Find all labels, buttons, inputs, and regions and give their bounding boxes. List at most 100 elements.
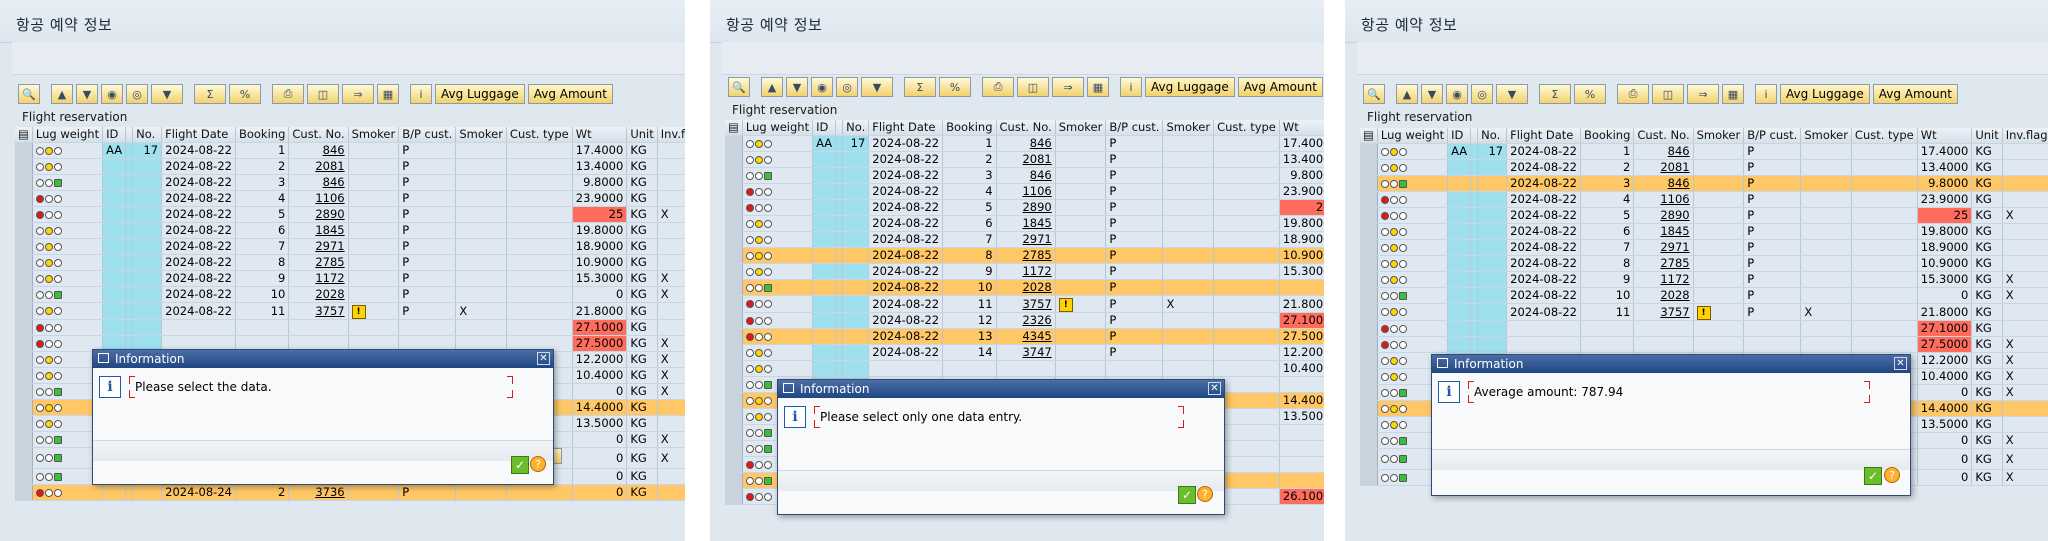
column-header[interactable]: No. bbox=[842, 120, 870, 136]
table-row[interactable]: 2024-08-2282785P10.9000KGC bbox=[15, 254, 685, 271]
column-header[interactable]: Booking bbox=[942, 120, 997, 136]
row-selector[interactable] bbox=[15, 367, 33, 384]
customer-no-cell[interactable]: 846 bbox=[996, 135, 1056, 152]
find-next-icon[interactable]: ◎ bbox=[1471, 84, 1493, 104]
table-row[interactable]: 2024-08-223846P9.8000KGC bbox=[15, 174, 685, 191]
row-selector[interactable] bbox=[15, 431, 33, 448]
column-header[interactable]: Booking bbox=[235, 127, 290, 143]
customer-no-cell[interactable] bbox=[1633, 320, 1694, 337]
views-icon[interactable]: ◫ bbox=[307, 84, 339, 104]
help-icon[interactable]: ? bbox=[1197, 486, 1213, 502]
column-header[interactable] bbox=[835, 120, 844, 136]
info-icon[interactable]: i bbox=[410, 84, 432, 104]
views-icon[interactable]: ◫ bbox=[1652, 84, 1684, 104]
table-row[interactable]: 2024-08-22102028P0KGX bbox=[725, 279, 1324, 296]
column-header[interactable]: Cust. No. bbox=[1633, 128, 1694, 144]
row-selector[interactable] bbox=[1360, 255, 1378, 272]
customer-no-cell[interactable]: 2081 bbox=[288, 158, 349, 175]
column-header[interactable]: No. bbox=[1477, 128, 1508, 144]
customer-no-cell[interactable]: 1106 bbox=[1633, 191, 1694, 208]
table-row[interactable]: 2024-08-22 6 1845 P 19.8000 KG bbox=[1360, 223, 2048, 240]
help-icon[interactable]: ? bbox=[1884, 467, 1900, 483]
table-row[interactable]: 2024-08-2222081 P 13.4000KG bbox=[1360, 159, 2048, 176]
column-header[interactable]: Smoker bbox=[1693, 128, 1745, 144]
table-row[interactable]: 27.1000KGC bbox=[15, 319, 685, 336]
column-header[interactable]: Unit bbox=[1971, 128, 2003, 144]
row-selector[interactable] bbox=[1360, 143, 1378, 160]
column-header[interactable]: Smoker bbox=[1800, 128, 1852, 144]
column-header[interactable]: B/P cust. bbox=[398, 127, 457, 143]
table-row[interactable]: AA172024-08-221846P17.4000KG bbox=[725, 135, 1324, 152]
column-header[interactable]: Smoker bbox=[455, 127, 507, 143]
table-row[interactable]: 2024-08-22143747P12.2000KGX bbox=[725, 344, 1324, 361]
customer-no-cell[interactable]: 1106 bbox=[996, 183, 1056, 200]
row-selector[interactable] bbox=[725, 295, 743, 313]
row-selector[interactable] bbox=[1360, 239, 1378, 256]
avg-luggage-button[interactable]: Avg Luggage bbox=[435, 84, 525, 104]
print-icon[interactable]: ⎙ bbox=[982, 77, 1014, 97]
row-selector[interactable] bbox=[1360, 368, 1378, 385]
row-selector[interactable] bbox=[725, 312, 743, 329]
column-header[interactable] bbox=[125, 127, 134, 143]
sum-icon[interactable]: Σ bbox=[904, 77, 936, 97]
row-selector[interactable] bbox=[15, 415, 33, 432]
table-row[interactable]: 2024-08-2272971P18.9000KGC bbox=[15, 238, 685, 255]
customer-no-cell[interactable]: 3757 bbox=[288, 302, 349, 320]
avg-luggage-button[interactable]: Avg Luggage bbox=[1780, 84, 1870, 104]
sort-descending-icon[interactable]: ▼ bbox=[76, 84, 98, 104]
column-header[interactable]: ID bbox=[102, 127, 127, 143]
avg-luggage-button[interactable]: Avg Luggage bbox=[1145, 77, 1235, 97]
customer-no-cell[interactable]: 1106 bbox=[288, 190, 349, 207]
row-selector[interactable] bbox=[15, 190, 33, 207]
subtotal-icon[interactable]: % bbox=[1574, 84, 1606, 104]
column-header[interactable]: Cust. type bbox=[1851, 128, 1918, 144]
row-selector[interactable] bbox=[725, 231, 743, 248]
row-selector[interactable] bbox=[15, 319, 33, 336]
customer-no-cell[interactable] bbox=[288, 319, 349, 336]
column-header[interactable]: Lug weight bbox=[32, 127, 104, 143]
customer-no-cell[interactable]: 2028 bbox=[1633, 287, 1694, 304]
customer-no-cell[interactable]: 1172 bbox=[996, 263, 1056, 280]
details-icon[interactable]: 🔍 bbox=[18, 84, 40, 104]
table-row[interactable]: 2024-08-2241106P23.9000KG bbox=[725, 183, 1324, 200]
table-row[interactable]: 2024-08-2291172P15.3000KGX bbox=[1360, 271, 2048, 288]
avg-amount-button[interactable]: Avg Amount bbox=[527, 84, 613, 104]
column-header[interactable]: No. bbox=[132, 127, 163, 143]
column-header[interactable]: Cust. No. bbox=[288, 127, 349, 143]
column-header[interactable]: Lug weight bbox=[1377, 128, 1449, 144]
select-all-icon[interactable]: ▤ bbox=[725, 120, 743, 136]
customer-no-cell[interactable]: 2785 bbox=[1633, 255, 1694, 272]
column-header[interactable]: Smoker bbox=[1162, 120, 1215, 136]
customer-no-cell[interactable]: 846 bbox=[1633, 175, 1694, 192]
table-row[interactable]: 2024-08-2291172P15.3000KGX bbox=[725, 263, 1324, 280]
export-icon[interactable]: ⇒ bbox=[1687, 84, 1719, 104]
customer-no-cell[interactable]: 2081 bbox=[996, 151, 1056, 168]
row-selector[interactable] bbox=[15, 142, 33, 159]
table-row[interactable]: 2024-08-2252890P25KGX bbox=[1360, 207, 2048, 224]
customer-no-cell[interactable]: 846 bbox=[288, 174, 349, 191]
details-icon[interactable]: 🔍 bbox=[1363, 84, 1385, 104]
row-selector[interactable] bbox=[725, 151, 743, 168]
column-header[interactable]: Cust. No. bbox=[996, 120, 1056, 136]
row-selector[interactable] bbox=[15, 286, 33, 303]
row-selector[interactable] bbox=[725, 328, 743, 345]
row-selector[interactable] bbox=[725, 199, 743, 216]
select-all-icon[interactable]: ▤ bbox=[15, 127, 33, 143]
layout-icon[interactable]: ▦ bbox=[1087, 77, 1109, 97]
table-row[interactable]: 2024-08-2252890P25KGX bbox=[725, 199, 1324, 216]
customer-no-cell[interactable]: 2081 bbox=[1633, 159, 1694, 176]
customer-no-cell[interactable]: 2890 bbox=[288, 206, 349, 223]
row-selector[interactable] bbox=[15, 238, 33, 255]
row-selector[interactable] bbox=[725, 424, 743, 441]
table-row[interactable]: 27.5000 KG X bbox=[1360, 336, 2048, 353]
customer-no-cell[interactable]: 1845 bbox=[288, 222, 349, 239]
customer-no-cell[interactable]: 2326 bbox=[996, 312, 1056, 329]
customer-no-cell[interactable]: 3757 bbox=[1633, 303, 1694, 321]
row-selector[interactable] bbox=[15, 222, 33, 239]
table-row[interactable]: 2024-08-22113757!PX21.8000KGC bbox=[15, 302, 685, 320]
export-icon[interactable]: ⇒ bbox=[1052, 77, 1084, 97]
row-selector[interactable] bbox=[1360, 287, 1378, 304]
row-selector[interactable] bbox=[15, 383, 33, 400]
find-icon[interactable]: ◉ bbox=[811, 77, 833, 97]
confirm-check-icon[interactable]: ✓ bbox=[511, 456, 529, 474]
